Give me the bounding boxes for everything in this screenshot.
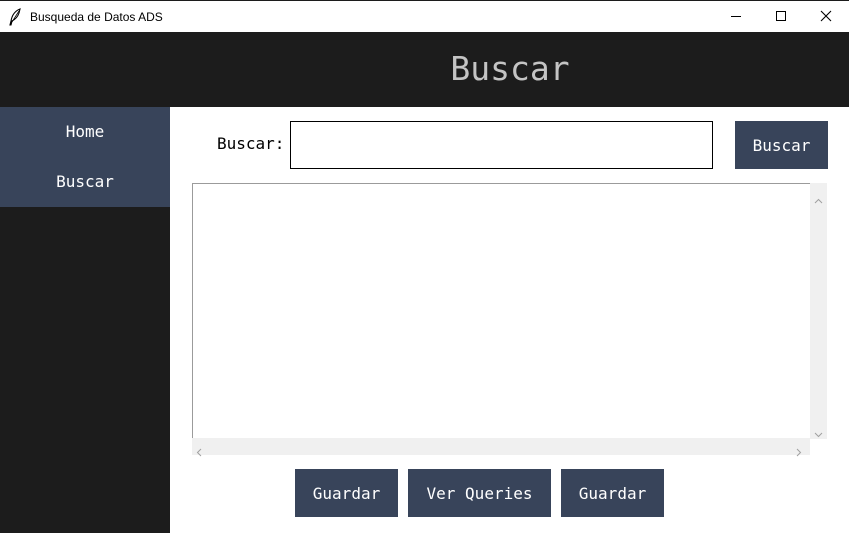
title-bar: Busqueda de Datos ADS: [0, 0, 849, 32]
scroll-left-icon[interactable]: [196, 442, 202, 461]
vertical-scrollbar[interactable]: [810, 183, 827, 439]
feather-icon: [8, 8, 22, 26]
sidebar: Home Buscar: [0, 107, 170, 533]
scroll-up-icon[interactable]: [814, 189, 823, 208]
close-button[interactable]: [803, 1, 849, 32]
ver-queries-button[interactable]: Ver Queries: [408, 469, 551, 517]
guardar-button-secondary[interactable]: Guardar: [561, 469, 664, 517]
main-content: Buscar: Buscar Guardar Ver Queries Guard…: [170, 107, 849, 533]
search-label: Buscar:: [217, 134, 285, 153]
page-header: Buscar: [0, 32, 849, 107]
window-title: Busqueda de Datos ADS: [30, 10, 163, 24]
sidebar-item-buscar[interactable]: Buscar: [0, 165, 170, 199]
guardar-button[interactable]: Guardar: [295, 469, 398, 517]
search-button[interactable]: Buscar: [735, 121, 828, 169]
app-window: Busqueda de Datos ADS Buscar Home Buscar: [0, 0, 849, 533]
sidebar-nav: Home Buscar: [0, 107, 170, 207]
horizontal-scrollbar[interactable]: [192, 438, 810, 457]
scroll-down-icon[interactable]: [814, 423, 823, 442]
close-icon: [820, 7, 832, 26]
scroll-right-icon[interactable]: [796, 442, 802, 461]
page-title: Buscar: [450, 49, 570, 88]
maximize-button[interactable]: [758, 1, 804, 32]
maximize-icon: [775, 7, 787, 26]
minimize-button[interactable]: [713, 1, 759, 32]
sidebar-item-home[interactable]: Home: [0, 115, 170, 149]
minimize-icon: [730, 7, 742, 26]
results-text-area[interactable]: [192, 183, 810, 439]
search-input[interactable]: [290, 121, 713, 169]
